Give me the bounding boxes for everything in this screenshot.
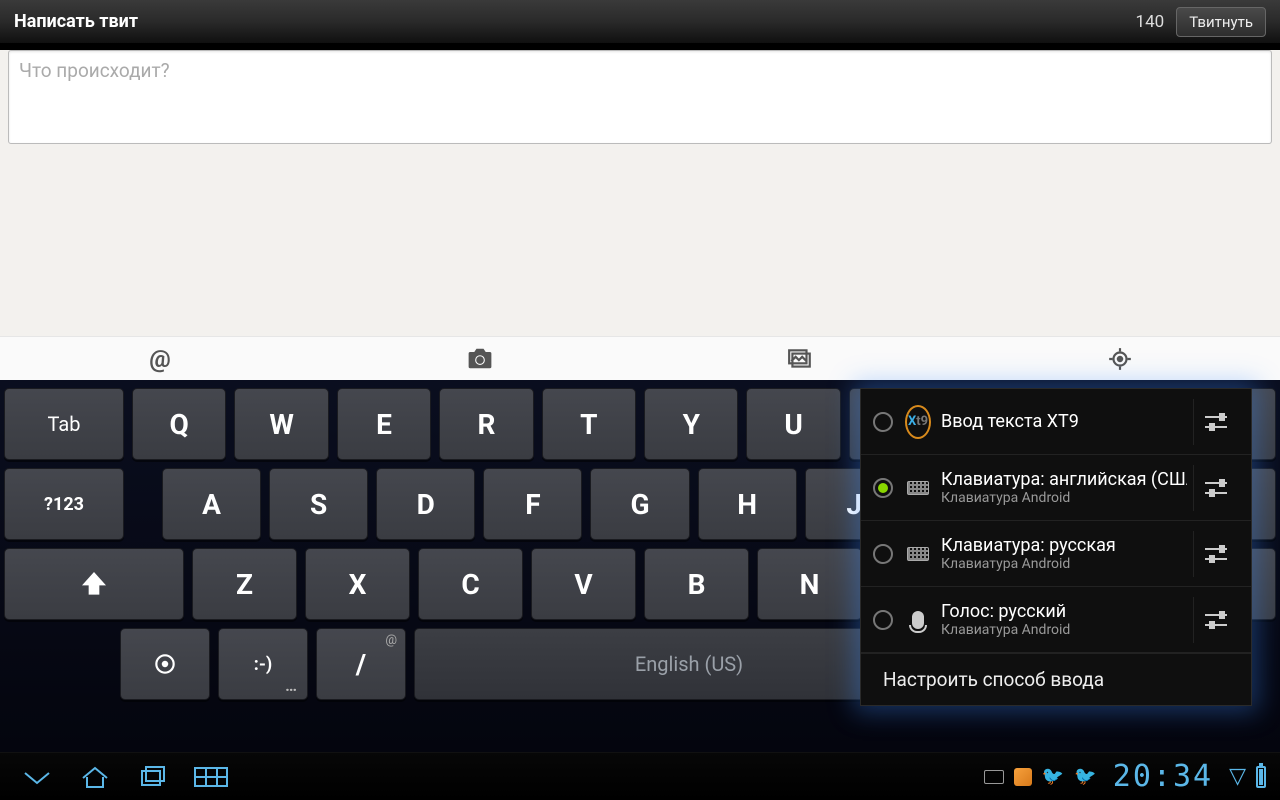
ime-option-russian[interactable]: Клавиатура: русская Клавиатура Android	[861, 521, 1251, 587]
home-icon	[80, 764, 110, 790]
key-c[interactable]: C	[418, 548, 523, 620]
key-shift[interactable]	[4, 548, 184, 620]
key-tab[interactable]: Tab	[4, 388, 124, 460]
nav-back-button[interactable]	[8, 760, 66, 794]
more-dots-icon: …	[285, 676, 299, 695]
chevron-down-icon	[21, 767, 53, 787]
radio-unselected-icon	[873, 544, 893, 564]
keyboard-icon	[905, 543, 931, 565]
key-g[interactable]: G	[590, 468, 689, 540]
mic-icon	[905, 609, 931, 631]
nav-screenshot-button[interactable]	[182, 760, 240, 794]
key-d[interactable]: D	[376, 468, 475, 540]
key-settings[interactable]	[120, 628, 210, 700]
tweet-input[interactable]: Что происходит?	[8, 50, 1272, 144]
sliders-icon	[1205, 611, 1227, 629]
wifi-icon: ▽	[1229, 764, 1246, 789]
twitter-icon: 🐦	[1042, 766, 1064, 787]
camera-button[interactable]	[320, 337, 640, 380]
key-q[interactable]: Q	[132, 388, 226, 460]
ime-configure-link[interactable]: Настроить способ ввода	[861, 653, 1251, 705]
nav-home-button[interactable]	[66, 760, 124, 794]
key-e[interactable]: E	[337, 388, 431, 460]
twitter-icon: 🐦	[1074, 766, 1096, 787]
ime-title: Клавиатура: английская (США)	[941, 469, 1187, 490]
key-v[interactable]: V	[531, 548, 636, 620]
ime-option-xt9[interactable]: Xt9 Ввод текста XT9	[861, 389, 1251, 455]
char-counter: 140	[1136, 12, 1165, 32]
ime-subtitle: Клавиатура Android	[941, 490, 1187, 506]
gear-icon	[152, 651, 178, 677]
ime-settings-button[interactable]	[1193, 597, 1237, 643]
input-method-popup: Xt9 Ввод текста XT9 Клавиатура: английск…	[860, 388, 1252, 706]
key-b[interactable]: B	[644, 548, 749, 620]
key-slash[interactable]: @ /	[316, 628, 406, 700]
location-icon	[1107, 346, 1133, 372]
sliders-icon	[1205, 413, 1227, 431]
grid-icon	[194, 767, 228, 787]
ime-title: Ввод текста XT9	[941, 411, 1187, 432]
gallery-icon	[787, 346, 813, 372]
key-a[interactable]: A	[162, 468, 261, 540]
clock: 20:34	[1113, 759, 1213, 794]
tweet-button[interactable]: Твитнуть	[1176, 7, 1266, 37]
xt9-icon: Xt9	[905, 411, 931, 433]
system-bar: 🐦 🐦 20:34 ▽	[0, 752, 1280, 800]
recents-icon	[139, 765, 167, 789]
sliders-icon	[1205, 545, 1227, 563]
ime-subtitle: Клавиатура Android	[941, 622, 1187, 638]
key-f[interactable]: F	[483, 468, 582, 540]
camera-icon	[467, 346, 493, 372]
radio-unselected-icon	[873, 610, 893, 630]
compose-header: Написать твит 140 Твитнуть	[0, 0, 1280, 44]
ime-settings-button[interactable]	[1193, 465, 1237, 511]
ime-option-english[interactable]: Клавиатура: английская (США) Клавиатура …	[861, 455, 1251, 521]
key-h[interactable]: H	[698, 468, 797, 540]
ime-settings-button[interactable]	[1193, 399, 1237, 445]
app-notification-icon	[1014, 768, 1032, 786]
ime-title: Клавиатура: русская	[941, 535, 1187, 556]
key-t[interactable]: T	[542, 388, 636, 460]
key-emoticon[interactable]: :-) …	[218, 628, 308, 700]
ime-subtitle: Клавиатура Android	[941, 556, 1187, 572]
shift-icon	[78, 568, 110, 600]
tweet-placeholder: Что происходит?	[19, 59, 170, 82]
key-r[interactable]: R	[439, 388, 533, 460]
battery-icon	[1256, 766, 1266, 788]
keyboard-notification-icon	[984, 770, 1004, 784]
gallery-button[interactable]	[640, 337, 960, 380]
key-w[interactable]: W	[234, 388, 328, 460]
key-s[interactable]: S	[269, 468, 368, 540]
key-n[interactable]: N	[757, 548, 862, 620]
radio-unselected-icon	[873, 412, 893, 432]
keyboard-icon	[905, 477, 931, 499]
nav-recents-button[interactable]	[124, 760, 182, 794]
ime-settings-button[interactable]	[1193, 531, 1237, 577]
radio-selected-icon	[873, 478, 893, 498]
location-button[interactable]	[960, 337, 1280, 380]
notification-tray[interactable]: 🐦 🐦 20:34 ▽	[984, 759, 1272, 794]
key-z[interactable]: Z	[192, 548, 297, 620]
mention-button[interactable]: @	[0, 337, 320, 380]
key-u[interactable]: U	[746, 388, 840, 460]
at-icon: @	[149, 345, 171, 373]
ime-title: Голос: русский	[941, 601, 1187, 622]
key-y[interactable]: Y	[644, 388, 738, 460]
key-x[interactable]: X	[305, 548, 410, 620]
compose-toolbar: @	[0, 336, 1280, 380]
page-title: Написать твит	[14, 11, 1136, 32]
sliders-icon	[1205, 479, 1227, 497]
key-symbols[interactable]: ?123	[4, 468, 124, 540]
ime-option-voice-russian[interactable]: Голос: русский Клавиатура Android	[861, 587, 1251, 653]
